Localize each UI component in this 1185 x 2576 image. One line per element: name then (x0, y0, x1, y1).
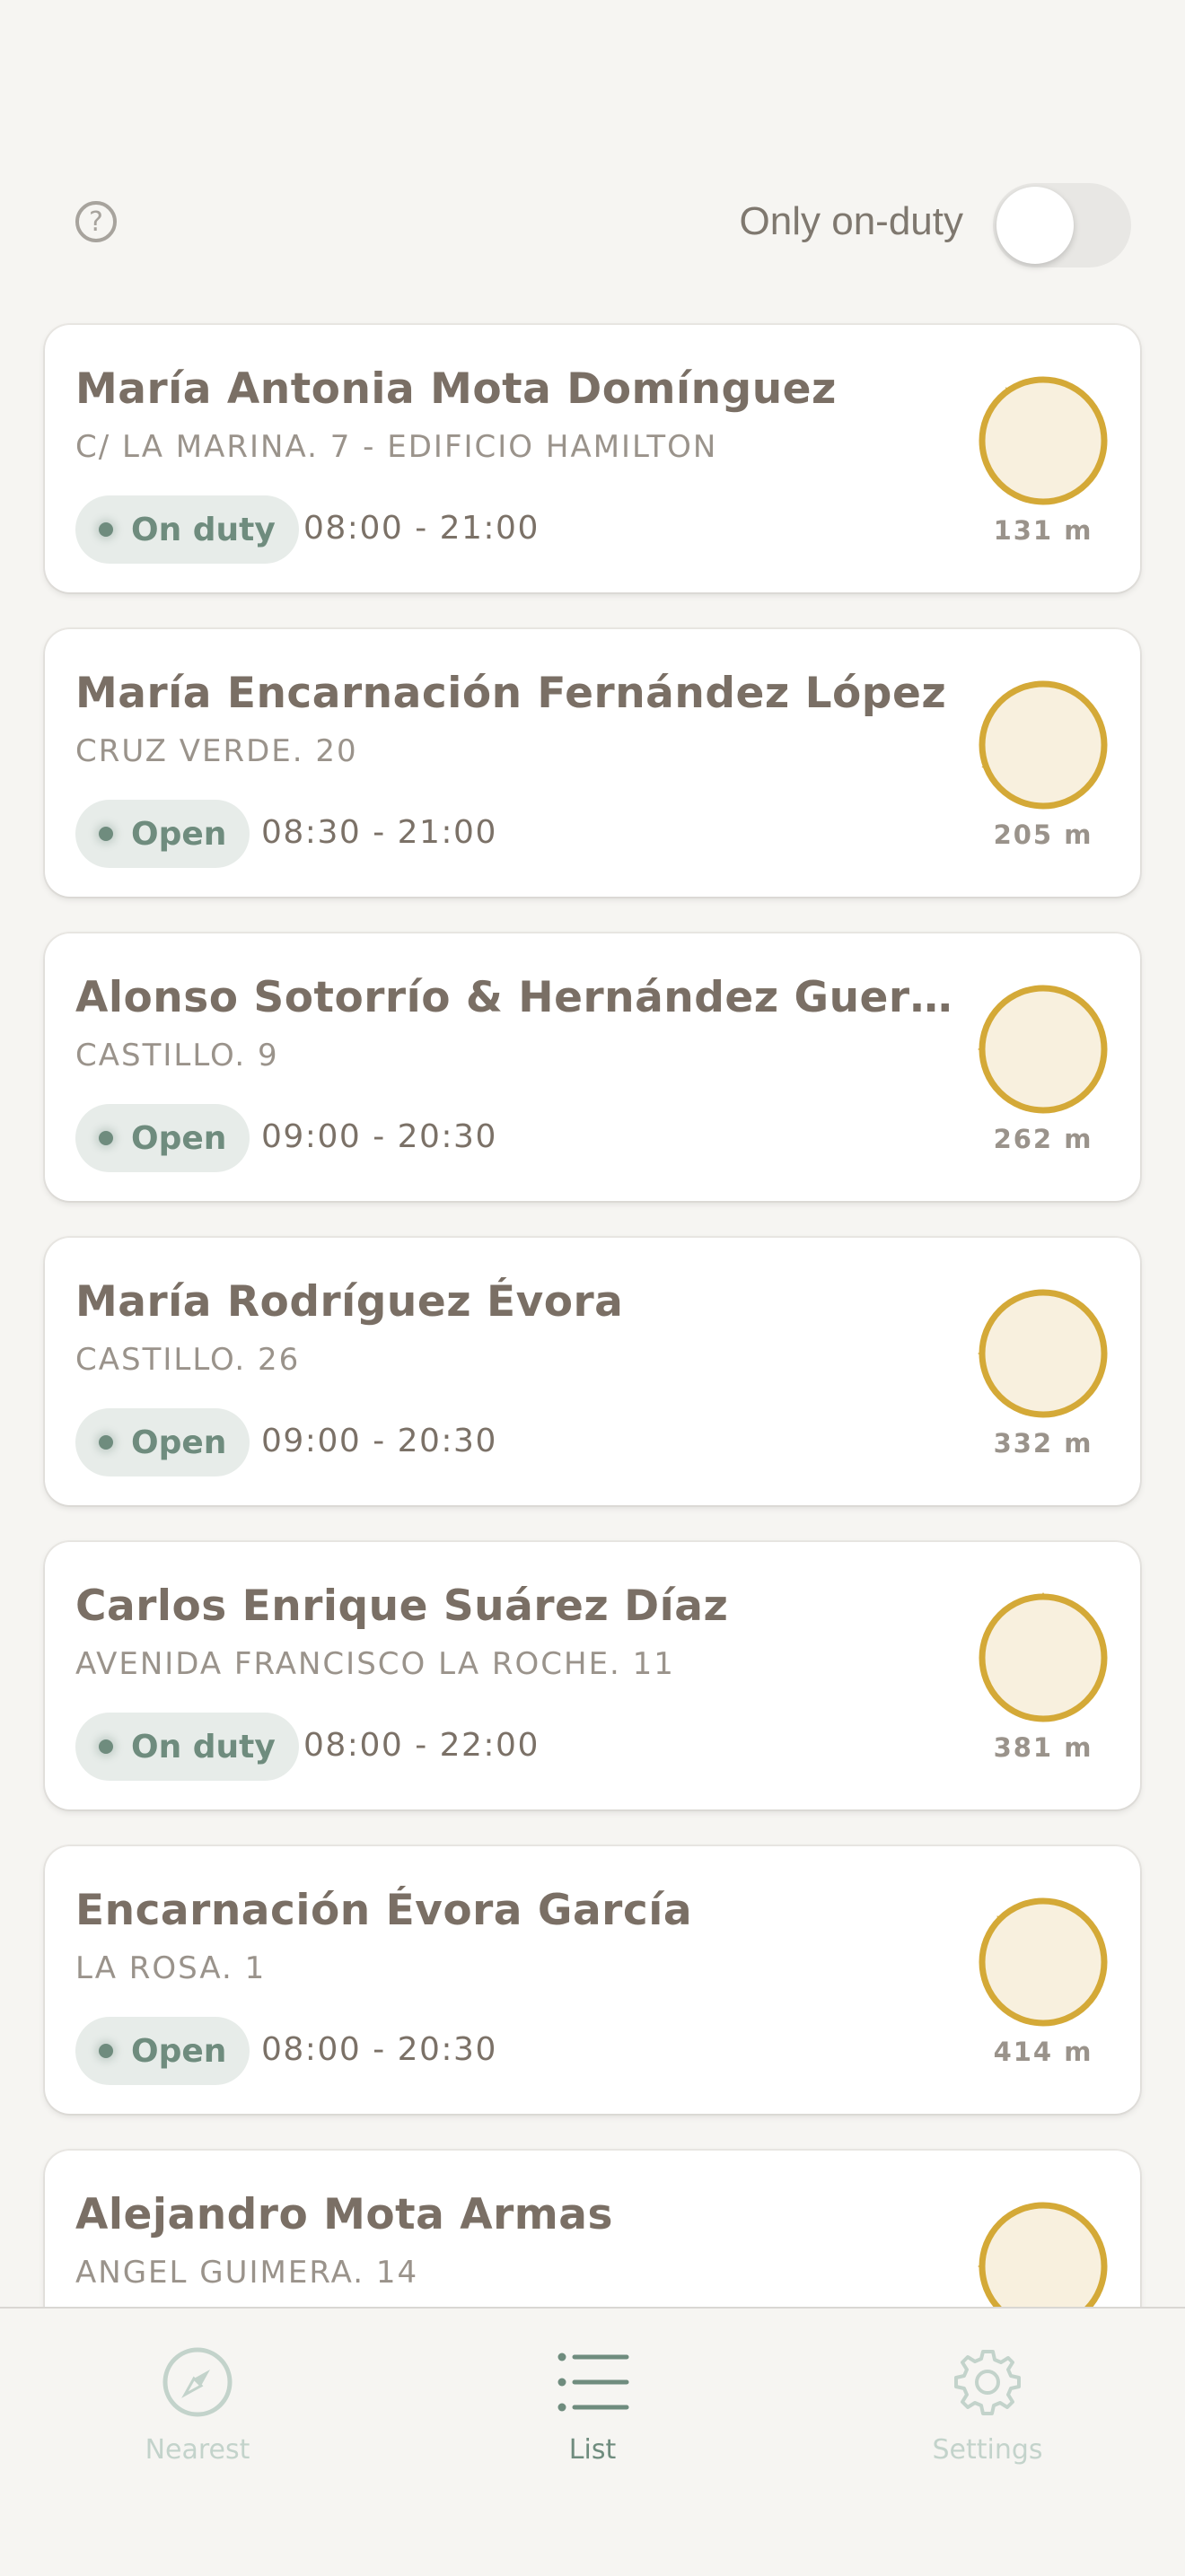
list-icon (557, 2353, 629, 2412)
tab-nearest[interactable]: Nearest (63, 2309, 332, 2488)
compass-ring (979, 1897, 1108, 2027)
status-text: Open (131, 815, 227, 853)
only-on-duty-toggle[interactable] (993, 183, 1131, 267)
distance-label: 205 m (993, 819, 1093, 850)
status-text: Open (131, 1119, 227, 1157)
distance-label: 262 m (993, 1124, 1093, 1154)
tab-list[interactable]: List (458, 2309, 727, 2488)
status-dot-icon (99, 522, 113, 537)
tab-nearest-label: Nearest (145, 2434, 250, 2466)
pharmacy-name: María Antonia Mota Domínguez (75, 364, 837, 414)
tab-settings[interactable]: Settings (853, 2309, 1122, 2488)
opening-hours: 08:00 - 22:00 (303, 1727, 540, 1764)
compass-ring (979, 680, 1108, 810)
pharmacy-name: Encarnación Évora García (75, 1886, 693, 1935)
status-text: Open (131, 1424, 227, 1461)
pharmacy-card[interactable]: Alonso Sotorrío & Hernández Guerra ... CA… (45, 933, 1140, 1201)
pharmacy-card[interactable]: Carlos Enrique Suárez Díaz AVENIDA FRANCI… (45, 1542, 1140, 1809)
opening-hours: 08:30 - 21:00 (261, 814, 497, 851)
help-button[interactable]: ? (75, 201, 117, 242)
status-dot-icon (99, 827, 113, 841)
status-dot-icon (99, 1131, 113, 1145)
direction-compass-icon (979, 680, 1108, 810)
distance-label: 414 m (993, 2037, 1093, 2067)
pharmacy-address: CASTILLO. 26 (75, 1342, 301, 1378)
status-dot-icon (99, 2044, 113, 2058)
opening-hours: 09:00 - 20:30 (261, 1118, 497, 1155)
direction-compass-icon (978, 1289, 1108, 1418)
pharmacy-address: LA ROSA. 1 (75, 1950, 267, 1986)
status-badge: Open (75, 1408, 250, 1476)
pharmacy-card[interactable]: María Rodríguez Évora CASTILLO. 26 Open 09:… (45, 1238, 1140, 1505)
pharmacy-name: Alonso Sotorrío & Hernández Guerra ... (75, 973, 973, 1022)
status-badge: Open (75, 1104, 250, 1172)
opening-hours: 08:00 - 21:00 (303, 510, 540, 547)
direction-compass-icon (979, 1897, 1108, 2027)
pharmacy-address: CRUZ VERDE. 20 (75, 733, 358, 769)
status-dot-icon (99, 1739, 113, 1754)
direction-compass-icon (979, 376, 1108, 505)
compass-icon (162, 2347, 233, 2417)
status-text: On duty (131, 1728, 276, 1766)
distance-label: 381 m (993, 1732, 1093, 1763)
pharmacy-card[interactable]: Encarnación Évora García LA ROSA. 1 Open 08… (45, 1846, 1140, 2114)
status-dot-icon (99, 1435, 113, 1450)
opening-hours: 09:00 - 20:30 (261, 1423, 497, 1459)
tab-bar: Nearest List Settings (0, 2307, 1185, 2576)
status-text: Open (131, 2032, 227, 2070)
pharmacy-card[interactable]: María Encarnación Fernández López CRUZ VE… (45, 629, 1140, 897)
pharmacy-card[interactable]: María Antonia Mota Domínguez C/ LA MARINA… (45, 325, 1140, 592)
question-circle-icon: ? (89, 206, 103, 238)
toggle-knob (996, 187, 1074, 264)
only-on-duty-label: Only on-duty (739, 199, 963, 243)
pharmacy-name: María Encarnación Fernández López (75, 669, 947, 718)
pharmacy-name: Carlos Enrique Suárez Díaz (75, 1582, 729, 1631)
tab-list-label: List (568, 2434, 617, 2466)
tab-settings-label: Settings (932, 2434, 1043, 2466)
pharmacy-address: CASTILLO. 9 (75, 1038, 279, 1073)
pharmacy-name: María Rodríguez Évora (75, 1277, 624, 1327)
direction-compass-icon (979, 1592, 1108, 1722)
status-badge: Open (75, 800, 250, 868)
distance-label: 332 m (993, 1428, 1093, 1459)
direction-compass-icon (978, 985, 1108, 1114)
compass-ring (979, 376, 1108, 505)
distance-label: 131 m (993, 515, 1093, 546)
opening-hours: 08:00 - 20:30 (261, 2031, 497, 2068)
status-badge: On duty (75, 495, 299, 564)
compass-ring (979, 1593, 1108, 1722)
gear-icon (954, 2350, 1021, 2415)
pharmacy-name: Alejandro Mota Armas (75, 2190, 613, 2239)
pharmacy-address: C/ LA MARINA. 7 - EDIFICIO HAMILTON (75, 429, 718, 465)
status-text: On duty (131, 511, 276, 548)
compass-ring (979, 1289, 1108, 1418)
status-badge: On duty (75, 1713, 299, 1781)
top-bar: ? Only on-duty (0, 0, 1185, 296)
pharmacy-address: ANGEL GUIMERA. 14 (75, 2255, 419, 2291)
compass-ring (979, 985, 1108, 1114)
pharmacy-address: AVENIDA FRANCISCO LA ROCHE. 11 (75, 1646, 675, 1682)
status-badge: Open (75, 2017, 250, 2085)
